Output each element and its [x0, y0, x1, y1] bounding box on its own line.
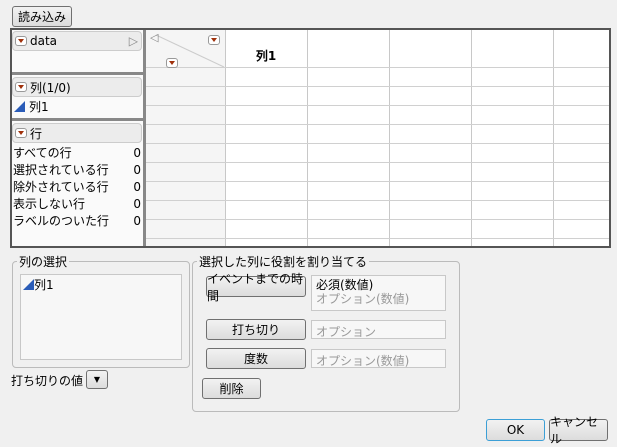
column-name: 列1 — [29, 100, 49, 114]
required-text: 必須(数値) — [316, 278, 374, 292]
row-stat-label: ラベルのついた行 — [13, 214, 110, 228]
row-stat-label: 表示しない行 — [13, 197, 86, 211]
column-listbox[interactable]: 列1 — [20, 274, 182, 360]
columns-header-label: 列(1/0) — [30, 80, 71, 95]
rows-header-label: 行 — [30, 126, 43, 141]
column-name: 列1 — [34, 278, 54, 292]
censor-field[interactable]: オプション — [311, 320, 446, 339]
row-stat-label: 除外されている行 — [13, 180, 109, 194]
roles-title: 選択した列に役割を割り当てる — [199, 255, 368, 269]
remove-button[interactable]: 削除 — [202, 378, 261, 399]
continuous-column-icon — [14, 101, 25, 112]
red-triangle-menu-icon[interactable] — [15, 36, 27, 46]
rows-header[interactable]: 行 — [12, 123, 142, 143]
ok-button[interactable]: OK — [486, 419, 545, 441]
column-select-title: 列の選択 — [19, 255, 68, 269]
time-to-event-button[interactable]: イベントまでの時間 — [206, 272, 306, 303]
column-menu-icon[interactable] — [208, 34, 220, 45]
row-stat-value: 0 — [133, 179, 141, 194]
censor-button[interactable]: 打ち切り — [206, 319, 306, 340]
row-stat: 除外されている行 0 — [13, 178, 141, 195]
row-stat: ラベルのついた行 0 — [13, 212, 141, 229]
frequency-button[interactable]: 度数 — [206, 348, 306, 369]
table-name-header[interactable]: data ▷ — [12, 31, 142, 51]
censor-value-dropdown[interactable]: ▼ — [86, 370, 108, 389]
column-header-label[interactable]: 列1 — [225, 47, 307, 64]
optional-text: オプション(数値) — [316, 292, 410, 306]
column-list-item[interactable]: 列1 — [14, 98, 49, 115]
load-button[interactable]: 読み込み — [12, 6, 72, 27]
data-grid[interactable] — [146, 30, 609, 246]
red-triangle-menu-icon[interactable] — [15, 82, 27, 92]
column-list-item[interactable]: 列1 — [21, 275, 181, 294]
row-stat: 表示しない行 0 — [13, 195, 141, 212]
continuous-column-icon — [23, 279, 34, 290]
columns-header[interactable]: 列(1/0) — [12, 77, 142, 97]
expand-right-icon[interactable]: ▷ — [129, 34, 138, 48]
row-stat-value: 0 — [133, 145, 141, 160]
divider — [12, 118, 143, 121]
row-stat-value: 0 — [133, 196, 141, 211]
chevron-down-icon: ▼ — [93, 375, 101, 384]
row-stat-value: 0 — [133, 213, 141, 228]
row-stat: すべての行 0 — [13, 144, 141, 161]
censor-value-label: 打ち切りの値 — [11, 374, 84, 388]
row-menu-icon[interactable] — [165, 57, 178, 68]
row-stat-value: 0 — [133, 162, 141, 177]
divider — [12, 72, 143, 75]
row-stat: 選択されている行 0 — [13, 161, 141, 178]
time-to-event-field[interactable]: 必須(数値) オプション(数値) — [311, 275, 446, 311]
red-triangle-menu-icon[interactable] — [15, 128, 27, 138]
table-name: data — [30, 34, 58, 48]
cancel-button[interactable]: キャンセル — [549, 415, 608, 446]
frequency-field[interactable]: オプション(数値) — [311, 349, 446, 368]
collapse-left-icon[interactable]: ◁ — [150, 31, 158, 44]
row-stat-label: 選択されている行 — [13, 163, 109, 177]
row-stat-label: すべての行 — [13, 146, 72, 160]
